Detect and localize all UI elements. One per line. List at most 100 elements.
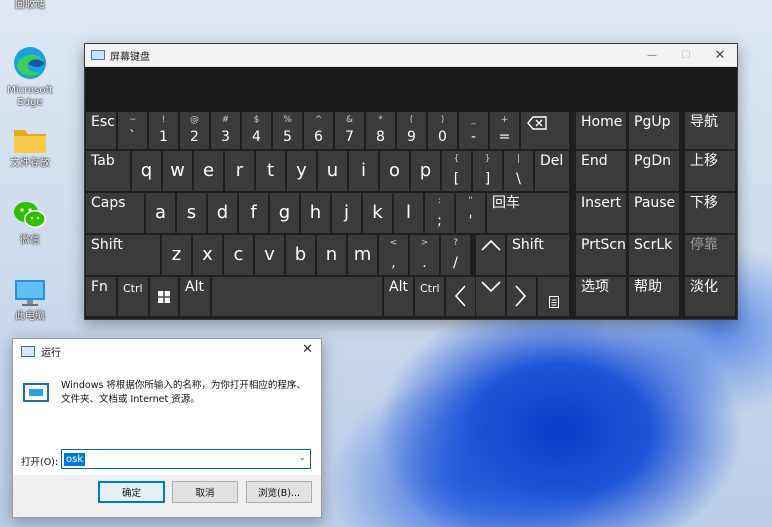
run-title: 运行 <box>41 347 61 359</box>
key-t[interactable]: t <box>256 151 285 191</box>
key-del[interactable]: Del <box>535 151 569 191</box>
key-alt-right[interactable]: Alt <box>384 277 413 316</box>
browse-button[interactable]: 浏览(B)... <box>246 481 312 503</box>
key-5[interactable]: % 5 <box>273 112 302 149</box>
key-left-bracket[interactable]: { [ <box>442 151 471 191</box>
key-ctrl-left[interactable]: Ctrl <box>118 277 148 316</box>
key-caps[interactable]: Caps <box>86 193 144 233</box>
run-titlebar[interactable]: 运行 ✕ <box>13 339 321 363</box>
key-fn[interactable]: Fn <box>86 277 116 316</box>
key-move-up[interactable]: 上移 <box>685 151 735 191</box>
key-6[interactable]: ^ 6 <box>304 112 333 149</box>
key-1[interactable]: ! 1 <box>149 112 178 149</box>
key-shift-right[interactable]: Shift <box>507 235 569 275</box>
key-windows[interactable] <box>150 277 178 316</box>
key-scrlk[interactable]: ScrLk <box>629 235 679 275</box>
key-z[interactable]: z <box>162 235 191 275</box>
key-move-down[interactable]: 下移 <box>685 193 735 233</box>
key-home[interactable]: Home <box>576 112 626 149</box>
key-equals[interactable]: + = <box>490 112 519 149</box>
key-s[interactable]: s <box>177 193 206 233</box>
key-4[interactable]: $ 4 <box>242 112 271 149</box>
key-l[interactable]: l <box>394 193 423 233</box>
edge-icon <box>11 44 49 82</box>
key-minus[interactable]: _ - <box>459 112 488 149</box>
key-options[interactable]: 选项 <box>576 277 626 316</box>
key-o[interactable]: o <box>380 151 409 191</box>
close-button[interactable]: ✕ <box>703 44 737 66</box>
key-pgup[interactable]: PgUp <box>629 112 679 149</box>
key-semicolon[interactable]: : ; <box>425 193 454 233</box>
key-arrow-down[interactable] <box>476 277 505 316</box>
minimize-button[interactable]: — <box>635 44 669 66</box>
key-j[interactable]: j <box>332 193 361 233</box>
key-help[interactable]: 帮助 <box>629 277 679 316</box>
open-input[interactable]: osk ⌄ <box>61 449 311 469</box>
key-r[interactable]: r <box>225 151 254 191</box>
key-pause[interactable]: Pause <box>629 193 679 233</box>
key-g[interactable]: g <box>270 193 299 233</box>
key-enter[interactable]: 回车 <box>487 193 569 233</box>
key-menu[interactable] <box>538 277 569 316</box>
key-backspace[interactable] <box>521 112 569 149</box>
key-right-bracket[interactable]: } ] <box>473 151 502 191</box>
key-d[interactable]: d <box>208 193 237 233</box>
key-ctrl-right[interactable]: Ctrl <box>415 277 444 316</box>
key-0[interactable]: ) 0 <box>428 112 457 149</box>
key-esc[interactable]: Esc <box>86 112 116 149</box>
key-k[interactable]: k <box>363 193 392 233</box>
key-slash[interactable]: ? / <box>441 235 470 275</box>
key-end[interactable]: End <box>576 151 626 191</box>
close-button[interactable]: ✕ <box>302 342 313 357</box>
key-7[interactable]: & 7 <box>335 112 364 149</box>
key-u[interactable]: u <box>318 151 347 191</box>
cancel-button[interactable]: 取消 <box>172 481 238 503</box>
key-arrow-left[interactable] <box>446 277 475 316</box>
desktop-icon-recycle-bin[interactable]: 回收站 <box>0 0 60 12</box>
key-nav[interactable]: 导航 <box>685 112 735 149</box>
key-tab[interactable]: Tab <box>86 151 130 191</box>
key-x[interactable]: x <box>193 235 222 275</box>
key-insert[interactable]: Insert <box>576 193 626 233</box>
key-space[interactable] <box>212 277 382 316</box>
osk-titlebar[interactable]: 屏幕键盘 — ☐ ✕ <box>85 44 737 67</box>
key-3[interactable]: # 3 <box>211 112 240 149</box>
key-v[interactable]: v <box>255 235 284 275</box>
key-arrow-up[interactable] <box>476 235 505 275</box>
key-quote[interactable]: " ' <box>456 193 485 233</box>
key-prtscn[interactable]: PrtScn <box>576 235 626 275</box>
key-pgdn[interactable]: PgDn <box>629 151 679 191</box>
desktop-icon-wechat[interactable]: 微信 <box>0 198 60 247</box>
key-shift-left[interactable]: Shift <box>86 235 160 275</box>
key-dock[interactable]: 停靠 <box>685 235 735 275</box>
ok-button[interactable]: 确定 <box>98 481 165 503</box>
key-backtick[interactable]: ~ ` <box>118 112 147 149</box>
desktop-icon-edge[interactable]: Microsoft Edge <box>0 44 60 109</box>
key-fade[interactable]: 淡化 <box>685 277 735 316</box>
key-q[interactable]: q <box>132 151 161 191</box>
maximize-button[interactable]: ☐ <box>669 44 703 66</box>
key-n[interactable]: n <box>317 235 346 275</box>
key-arrow-right[interactable] <box>507 277 536 316</box>
key-8[interactable]: * 8 <box>366 112 395 149</box>
key-2[interactable]: @ 2 <box>180 112 209 149</box>
chevron-down-icon[interactable]: ⌄ <box>298 453 306 463</box>
key-i[interactable]: i <box>349 151 378 191</box>
key-c[interactable]: c <box>224 235 253 275</box>
key-backslash[interactable]: | \ <box>504 151 533 191</box>
key-a[interactable]: a <box>146 193 175 233</box>
key-f[interactable]: f <box>239 193 268 233</box>
key-e[interactable]: e <box>194 151 223 191</box>
key-p[interactable]: p <box>411 151 440 191</box>
key-b[interactable]: b <box>286 235 315 275</box>
key-alt-left[interactable]: Alt <box>180 277 210 316</box>
key-comma[interactable]: < , <box>379 235 408 275</box>
desktop-icon-folder[interactable]: 文件存放 <box>0 125 60 170</box>
key-h[interactable]: h <box>301 193 330 233</box>
desktop-icon-computer[interactable]: 此电脑 <box>0 278 60 323</box>
key-m[interactable]: m <box>348 235 377 275</box>
key-y[interactable]: y <box>287 151 316 191</box>
key-period[interactable]: > . <box>410 235 439 275</box>
key-w[interactable]: w <box>163 151 192 191</box>
key-9[interactable]: ( 9 <box>397 112 426 149</box>
